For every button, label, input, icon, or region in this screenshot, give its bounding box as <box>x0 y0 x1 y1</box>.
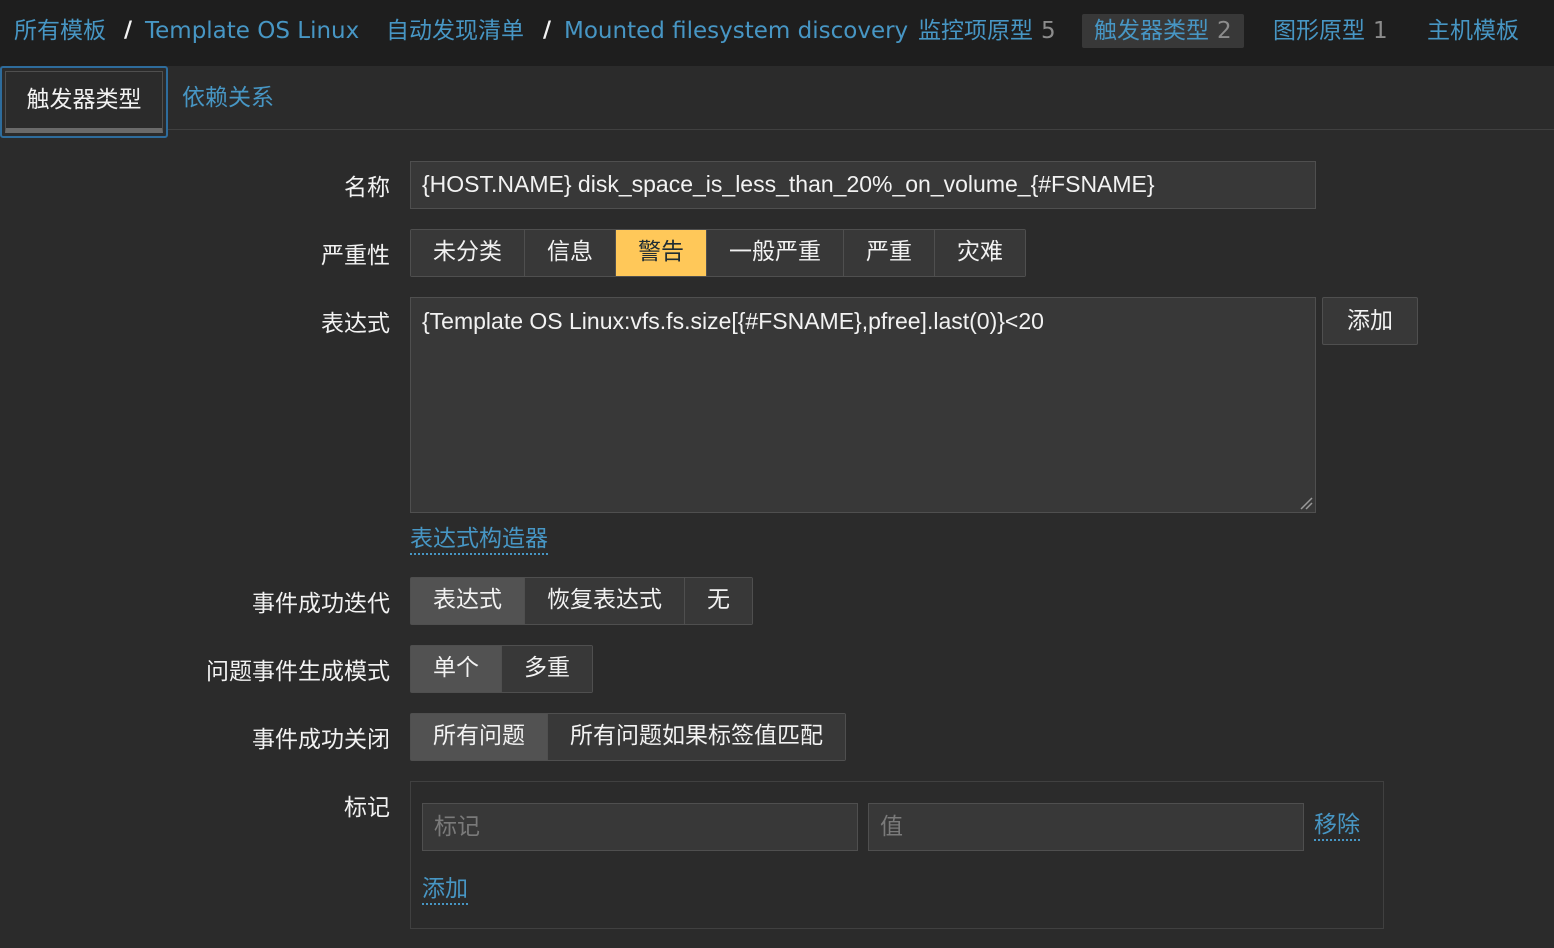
severity-warning[interactable]: 警告 <box>616 230 707 276</box>
severity-selector: 未分类 信息 警告 一般严重 严重 灾难 <box>410 229 1026 277</box>
expression-builder-label: 表达式构造器 <box>410 526 548 555</box>
ok-close-tag-match[interactable]: 所有问题如果标签值匹配 <box>548 714 845 760</box>
breadcrumb-discovery-rule-link[interactable]: Mounted filesystem discovery <box>564 18 908 44</box>
problem-event-mode-label: 问题事件生成模式 <box>206 659 390 685</box>
expression-builder-link[interactable]: 表达式构造器 <box>410 523 548 555</box>
graph-prototypes-count: 1 <box>1373 18 1388 44</box>
expression-text: {Template OS Linux:vfs.fs.size[{#FSNAME}… <box>422 308 1044 334</box>
problem-mode-single[interactable]: 单个 <box>411 646 502 692</box>
tag-remove-label: 移除 <box>1314 812 1360 841</box>
breadcrumb-template[interactable]: Template OS Linux <box>145 14 359 48</box>
nav-graph-prototypes-link[interactable]: 图形原型 <box>1273 18 1365 44</box>
severity-not-classified[interactable]: 未分类 <box>411 230 525 276</box>
breadcrumb-all-templates-link[interactable]: 所有模板 <box>14 18 106 44</box>
nav-trigger-prototypes-label: 触发器类型 <box>1094 18 1209 44</box>
tag-value-input[interactable]: 值 <box>868 803 1304 851</box>
expression-add-button[interactable]: 添加 <box>1322 297 1418 345</box>
breadcrumb-bar: 所有模板 / Template OS Linux 自动发现清单 / Mounte… <box>0 0 1554 66</box>
ok-event-closes-selector: 所有问题 所有问题如果标签值匹配 <box>410 713 846 761</box>
ok-event-closes-label: 事件成功关闭 <box>252 727 390 753</box>
trigger-prototypes-count: 2 <box>1217 18 1232 44</box>
breadcrumb-template-link[interactable]: Template OS Linux <box>145 18 359 44</box>
tags-table: 标记 值 移除 添加 <box>410 781 1384 929</box>
nav-graph-prototypes[interactable]: 图形原型 1 <box>1273 14 1388 48</box>
problem-event-mode-selector: 单个 多重 <box>410 645 593 693</box>
nav-host-templates-link[interactable]: 主机模板 <box>1427 18 1519 44</box>
ok-event-expression[interactable]: 表达式 <box>411 578 525 624</box>
problem-mode-multiple[interactable]: 多重 <box>502 646 592 692</box>
nav-item-prototypes-link[interactable]: 监控项原型 <box>918 18 1033 44</box>
item-prototypes-count: 5 <box>1041 18 1056 44</box>
severity-label: 严重性 <box>321 243 390 269</box>
severity-high[interactable]: 严重 <box>844 230 935 276</box>
nav-host-templates[interactable]: 主机模板 <box>1427 14 1519 48</box>
expression-label: 表达式 <box>321 311 390 337</box>
severity-disaster[interactable]: 灾难 <box>935 230 1025 276</box>
ok-close-all-problems[interactable]: 所有问题 <box>411 714 548 760</box>
resize-grip-icon[interactable] <box>1299 496 1313 510</box>
tags-label: 标记 <box>344 795 390 821</box>
breadcrumb-discovery-list[interactable]: 自动发现清单 <box>386 14 524 48</box>
ok-event-generation-label: 事件成功迭代 <box>252 591 390 617</box>
form-tabs: 触发器类型 依赖关系 <box>0 66 1554 138</box>
ok-event-none[interactable]: 无 <box>685 578 752 624</box>
tab-trigger-label: 触发器类型 <box>5 71 163 133</box>
breadcrumb-discovery-rule[interactable]: Mounted filesystem discovery <box>564 14 908 48</box>
tab-dependencies[interactable]: 依赖关系 <box>182 66 274 138</box>
name-input[interactable]: {HOST.NAME} disk_space_is_less_than_20%_… <box>410 161 1316 209</box>
name-label: 名称 <box>344 175 390 201</box>
ok-event-generation-selector: 表达式 恢复表达式 无 <box>410 577 753 625</box>
tag-add-link[interactable]: 添加 <box>422 872 468 906</box>
breadcrumb-discovery-list-link[interactable]: 自动发现清单 <box>386 18 524 44</box>
breadcrumb-all-templates[interactable]: 所有模板 <box>14 14 106 48</box>
breadcrumb-separator: / <box>124 18 133 43</box>
nav-trigger-prototypes[interactable]: 触发器类型 2 <box>1082 14 1244 48</box>
tab-trigger[interactable]: 触发器类型 <box>0 66 168 138</box>
severity-information[interactable]: 信息 <box>525 230 616 276</box>
severity-average[interactable]: 一般严重 <box>707 230 844 276</box>
ok-event-recovery-expression[interactable]: 恢复表达式 <box>525 578 685 624</box>
tag-name-input[interactable]: 标记 <box>422 803 858 851</box>
breadcrumb-separator: / <box>543 18 552 43</box>
tag-add-label: 添加 <box>422 876 468 905</box>
expression-textarea[interactable]: {Template OS Linux:vfs.fs.size[{#FSNAME}… <box>410 297 1316 513</box>
nav-item-prototypes[interactable]: 监控项原型 5 <box>918 14 1056 48</box>
tag-remove-link[interactable]: 移除 <box>1314 808 1360 842</box>
